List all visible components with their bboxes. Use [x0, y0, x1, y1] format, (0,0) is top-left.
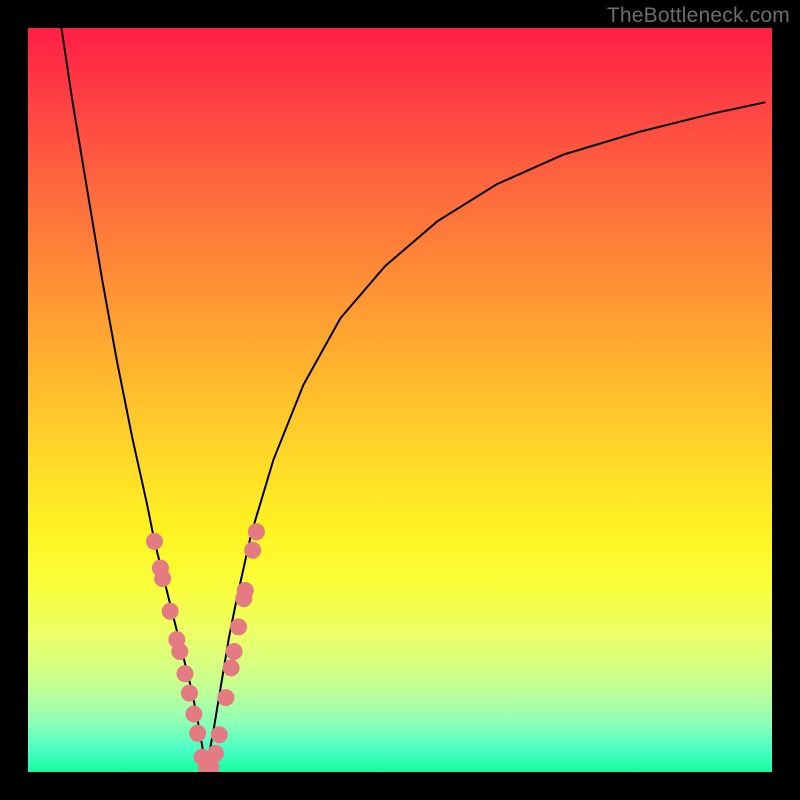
curve-marker	[218, 690, 234, 706]
plot-area	[28, 28, 772, 772]
curve-marker	[226, 643, 242, 659]
curve-right-branch	[207, 102, 765, 768]
bottleneck-curve-chart	[28, 28, 772, 772]
curve-marker	[155, 571, 171, 587]
curve-marker	[211, 727, 227, 743]
curve-marker	[146, 533, 162, 549]
curve-marker	[172, 643, 188, 659]
curve-marker	[223, 660, 239, 676]
curve-marker	[177, 666, 193, 682]
curve-marker	[190, 725, 206, 741]
curve-marker	[162, 603, 178, 619]
outer-frame: TheBottleneck.com	[0, 0, 800, 800]
curve-marker	[245, 542, 261, 558]
curve-marker	[181, 685, 197, 701]
curve-markers	[146, 524, 264, 772]
curve-marker	[237, 582, 253, 598]
curve-marker	[186, 706, 202, 722]
curve-marker	[248, 524, 264, 540]
curve-marker	[231, 619, 247, 635]
curve-marker	[207, 745, 223, 761]
watermark-text: TheBottleneck.com	[607, 4, 790, 28]
